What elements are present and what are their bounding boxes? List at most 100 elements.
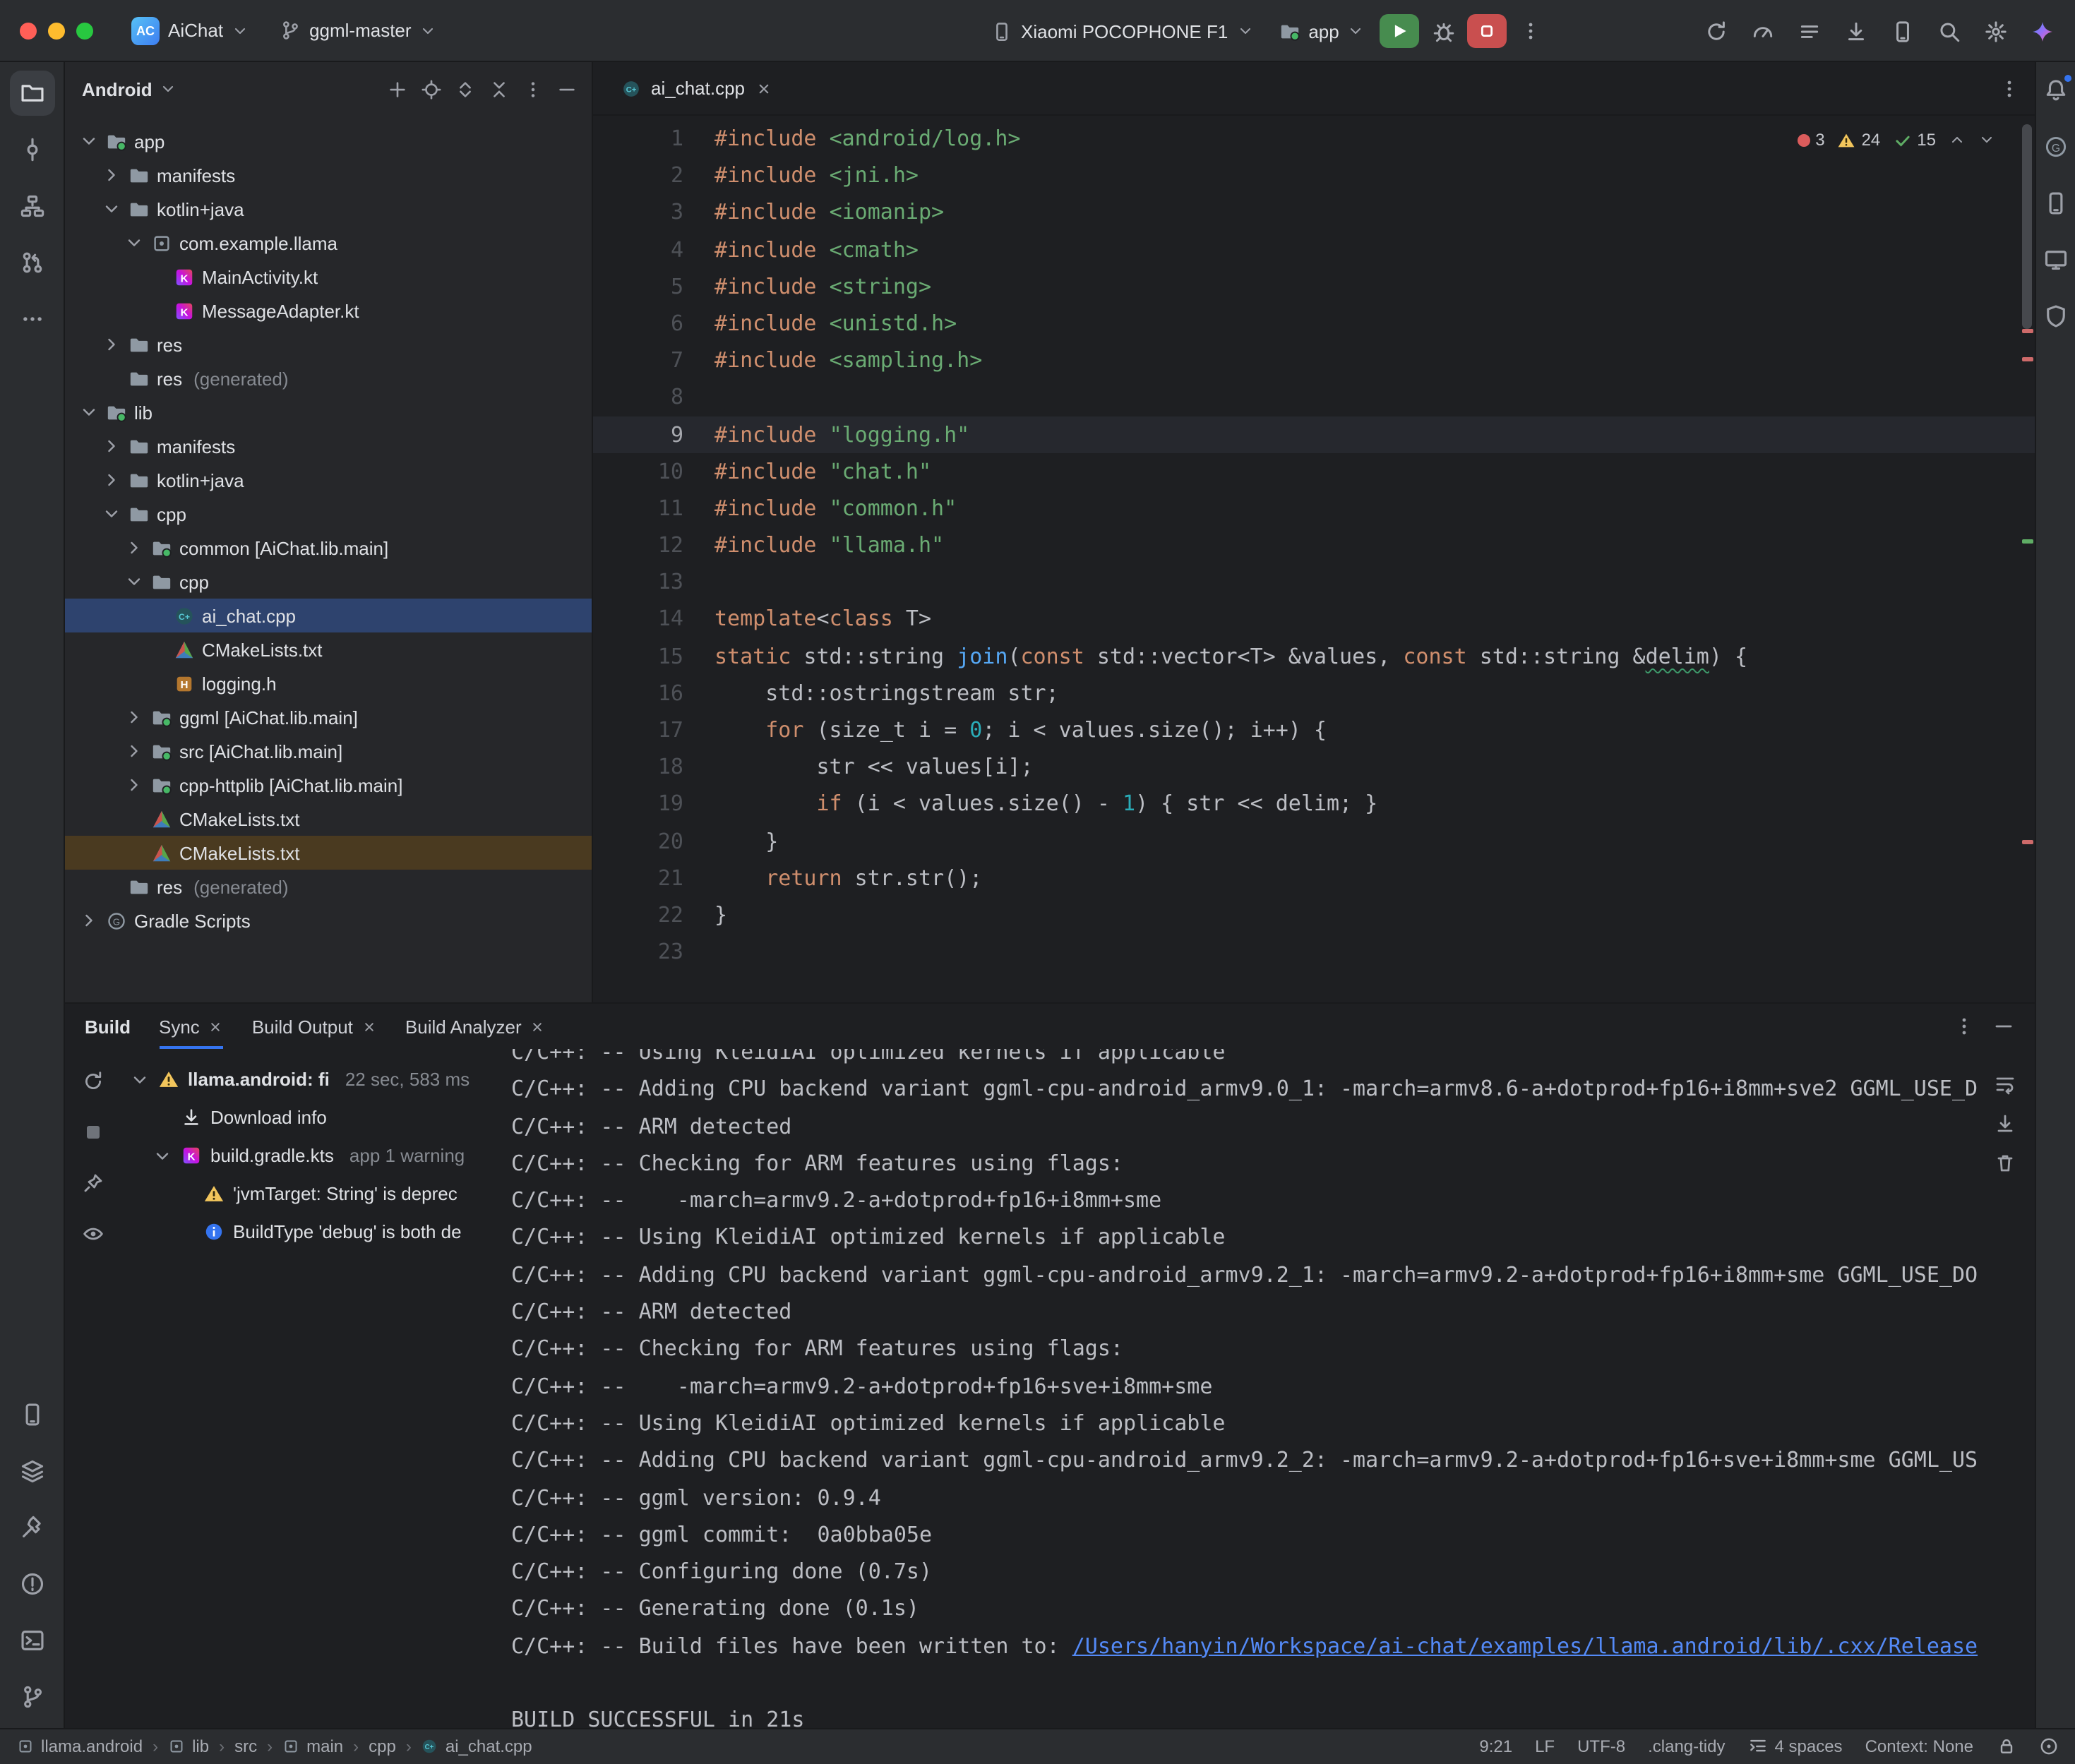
device-manager-button[interactable] (2042, 189, 2070, 217)
build-options-icon[interactable] (1953, 1015, 1975, 1038)
gradle-button[interactable]: G (2042, 133, 2070, 161)
tool-build-tool-button[interactable] (9, 1504, 54, 1549)
passed-count[interactable]: 15 (1893, 130, 1936, 150)
tool-version-control-button[interactable] (9, 1674, 54, 1719)
settings-button[interactable] (1978, 13, 2014, 49)
run-configuration-selector[interactable]: app (1269, 15, 1374, 47)
project-view-mode[interactable]: Android (82, 78, 153, 100)
chevron-right-icon[interactable] (102, 470, 121, 490)
project-tree-item[interactable]: res(generated) (65, 870, 592, 904)
close-tab-icon[interactable] (361, 1019, 377, 1034)
build-panel-title[interactable]: Build (85, 1016, 131, 1037)
project-tree-item[interactable]: common [AiChat.lib.main] (65, 531, 592, 565)
prev-problem-icon[interactable] (1949, 131, 1966, 148)
tool-terminal-button[interactable] (9, 1617, 54, 1662)
chevron-right-icon[interactable] (102, 165, 121, 185)
project-tree-item[interactable]: C+ai_chat.cpp (65, 599, 592, 632)
ai-context-widget[interactable]: Context: None (1865, 1736, 1973, 1756)
file-lock-widget[interactable] (1996, 1736, 2016, 1756)
device-mirroring-button[interactable] (1884, 13, 1921, 49)
breadcrumb-item[interactable]: llama.android (17, 1736, 143, 1756)
project-tree-item[interactable]: lib (65, 395, 592, 429)
tool-app-inspection-button[interactable] (9, 1448, 54, 1493)
project-tree-item[interactable]: res(generated) (65, 361, 592, 395)
options-button[interactable] (522, 78, 544, 100)
tool-problems-button[interactable] (9, 1561, 54, 1606)
tool-structure-button[interactable] (9, 184, 54, 229)
project-tree-item[interactable]: com.example.llama (65, 226, 592, 260)
zoom-window-button[interactable] (76, 22, 93, 39)
build-tab-sync[interactable]: Sync (159, 1004, 224, 1049)
scroll-to-end-button[interactable] (1992, 1111, 2018, 1136)
tool-commit-button[interactable] (9, 127, 54, 172)
hide-build-panel-icon[interactable] (1992, 1015, 2015, 1038)
soft-wrap-button[interactable] (1992, 1072, 2018, 1097)
chevron-down-icon[interactable] (79, 131, 99, 151)
project-tree-item[interactable]: cpp-httplib [AiChat.lib.main] (65, 768, 592, 802)
collapse-all-button[interactable] (489, 78, 510, 100)
logcat-button[interactable] (1791, 13, 1828, 49)
project-tree-item[interactable]: CMakeLists.txt (65, 632, 592, 666)
breadcrumb-item[interactable]: src (234, 1736, 257, 1756)
close-tab-icon[interactable] (208, 1019, 224, 1034)
clear-all-button[interactable] (1992, 1151, 2018, 1176)
gemini-button[interactable] (2024, 13, 2061, 49)
tool-more-tool-windows-button[interactable] (9, 296, 54, 342)
run-button[interactable] (1380, 14, 1420, 48)
tool-device-explorer-button[interactable] (9, 1391, 54, 1436)
debug-button[interactable] (1425, 13, 1462, 49)
inspection-widget[interactable]: 3 24 15 (1797, 130, 1995, 150)
gradle-sync-button[interactable] (1698, 13, 1735, 49)
chevron-down-icon[interactable] (102, 504, 121, 524)
editor-options-icon[interactable] (1998, 77, 2021, 100)
more-run-options-button[interactable] (1513, 13, 1550, 49)
line-ending-widget[interactable]: LF (1535, 1736, 1555, 1756)
chevron-down-icon[interactable] (160, 80, 177, 97)
notifications-button[interactable] (2042, 76, 2070, 104)
build-tree-item[interactable]: Download info (121, 1098, 506, 1136)
branch-widget[interactable]: ggml-master (270, 14, 447, 47)
errors-count[interactable]: 3 (1797, 130, 1824, 150)
profiler-button[interactable] (1745, 13, 1781, 49)
sdk-manager-button[interactable] (1838, 13, 1874, 49)
error-stripe-mark[interactable] (2022, 357, 2033, 361)
chevron-down-icon[interactable] (124, 572, 144, 592)
hide-button[interactable] (556, 78, 578, 100)
chevron-right-icon[interactable] (124, 707, 144, 727)
project-tree-item[interactable]: src [AiChat.lib.main] (65, 734, 592, 768)
close-tab-icon[interactable] (530, 1019, 546, 1034)
running-devices-button[interactable] (2042, 246, 2070, 274)
project-tree-item[interactable]: kotlin+java (65, 192, 592, 226)
error-stripe-mark[interactable] (2022, 539, 2033, 544)
search-everywhere-button[interactable] (1931, 13, 1968, 49)
caret-position-widget[interactable]: 9:21 (1479, 1736, 1512, 1756)
project-tree-item[interactable]: KMainActivity.kt (65, 260, 592, 294)
chevron-right-icon[interactable] (102, 335, 121, 354)
build-console[interactable]: C/C++: -- Using KleidiAI optimized kerne… (506, 1049, 2035, 1727)
encoding-widget[interactable]: UTF-8 (1577, 1736, 1625, 1756)
chevron-right-icon[interactable] (124, 538, 144, 558)
chevron-right-icon[interactable] (124, 775, 144, 795)
chevron-right-icon[interactable] (79, 911, 99, 930)
project-tree-item[interactable]: ggml [AiChat.lib.main] (65, 700, 592, 734)
console-file-link[interactable]: /Users/hanyin/Workspace/ai-chat/examples… (1072, 1633, 1978, 1659)
chevron-down-icon[interactable] (79, 402, 99, 422)
project-widget[interactable]: AC AiChat (121, 11, 258, 50)
build-tree-item[interactable]: llama.android: fi22 sec, 583 ms (121, 1060, 506, 1098)
build-tree-item[interactable]: 'jvmTarget: String' is deprec (121, 1175, 506, 1213)
project-tree-item[interactable]: manifests (65, 158, 592, 192)
chevron-down-icon[interactable] (130, 1069, 150, 1089)
close-window-button[interactable] (20, 22, 37, 39)
chevron-down-icon[interactable] (153, 1146, 172, 1165)
rerun-sync-button[interactable] (75, 1063, 112, 1100)
breadcrumb-item[interactable]: C+ai_chat.cpp (421, 1736, 532, 1756)
close-tab-icon[interactable] (755, 80, 772, 97)
minimize-window-button[interactable] (48, 22, 65, 39)
device-selector[interactable]: Xiaomi POCOPHONE F1 (981, 15, 1263, 47)
breadcrumb-item[interactable]: main (282, 1736, 343, 1756)
build-tree-item[interactable]: BuildType 'debug' is both de (121, 1213, 506, 1251)
tool-pull-requests-button[interactable] (9, 240, 54, 285)
breadcrumb-item[interactable]: cpp (369, 1736, 396, 1756)
chevron-down-icon[interactable] (124, 233, 144, 253)
error-stripe-mark[interactable] (2022, 840, 2033, 844)
